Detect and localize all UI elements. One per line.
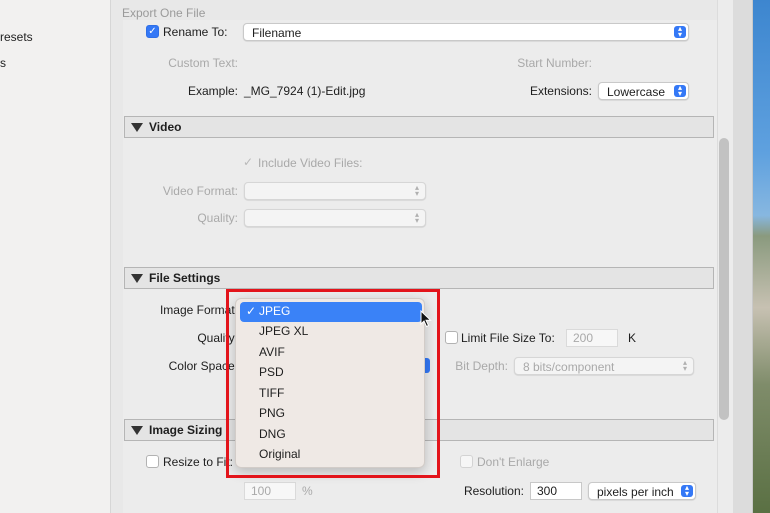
limit-file-size-label: Limit File Size To: bbox=[461, 331, 555, 345]
scrollbar-thumb[interactable] bbox=[719, 138, 729, 420]
bit-depth-popup[interactable]: 8 bits/component ▴ ▾ bbox=[514, 357, 694, 375]
section-title: File Settings bbox=[149, 271, 221, 285]
highlight-annotation-box bbox=[226, 289, 440, 478]
resize-to-fit-label: Resize to Fit: bbox=[163, 455, 234, 469]
preset-item[interactable]: resets bbox=[0, 30, 33, 44]
rename-to-popup[interactable]: Filename ▴ ▾ bbox=[243, 23, 689, 41]
section-title: Video bbox=[149, 120, 182, 134]
resize-percent-input[interactable]: 100 bbox=[244, 482, 296, 500]
file-settings-section-header[interactable]: File Settings bbox=[124, 267, 714, 289]
start-number-label: Start Number: bbox=[517, 56, 592, 70]
resolution-unit-value: pixels per inch bbox=[597, 485, 674, 499]
video-format-popup[interactable]: ▴ ▾ bbox=[244, 182, 426, 200]
video-format-label: Video Format: bbox=[162, 184, 238, 198]
limit-file-size-checkbox[interactable] bbox=[445, 331, 458, 344]
disclosure-triangle-icon bbox=[131, 123, 143, 132]
section-title: Image Sizing bbox=[149, 423, 223, 437]
popup-arrows-icon: ▴ ▾ bbox=[674, 84, 686, 98]
window-edge bbox=[733, 0, 753, 513]
disclosure-triangle-icon bbox=[131, 426, 143, 435]
extensions-label: Extensions: bbox=[529, 84, 592, 98]
preset-item[interactable]: s bbox=[0, 56, 6, 70]
quality-label: Quality: bbox=[197, 331, 238, 345]
video-quality-label: Quality: bbox=[197, 211, 238, 225]
mouse-pointer-icon bbox=[420, 310, 432, 328]
popup-arrows-icon: ▴ ▾ bbox=[681, 484, 693, 498]
bit-depth-value: 8 bits/component bbox=[523, 360, 615, 374]
example-label: Example: bbox=[187, 84, 238, 98]
extensions-popup[interactable]: Lowercase ▴ ▾ bbox=[598, 82, 689, 100]
rename-to-value: Filename bbox=[252, 26, 302, 40]
rename-to-label: Rename To: bbox=[163, 25, 228, 39]
window-title: Export One File bbox=[122, 6, 206, 20]
color-space-label: Color Space: bbox=[168, 359, 238, 373]
resize-to-fit-checkbox[interactable] bbox=[146, 455, 159, 468]
include-video-label: Include Video Files: bbox=[258, 156, 363, 170]
resize-percent-unit: % bbox=[302, 484, 313, 498]
popup-arrows-icon: ▴ ▾ bbox=[414, 210, 419, 225]
resolution-unit-popup[interactable]: pixels per inch ▴ ▾ bbox=[588, 482, 696, 500]
custom-text-label: Custom Text: bbox=[168, 56, 238, 70]
desktop-background-photo bbox=[753, 0, 770, 513]
popup-arrows-icon: ▴ ▾ bbox=[414, 183, 419, 198]
limit-unit-label: K bbox=[628, 331, 637, 345]
video-quality-popup[interactable]: ▴ ▾ bbox=[244, 209, 426, 227]
extensions-value: Lowercase bbox=[607, 85, 666, 99]
dont-enlarge-checkbox[interactable] bbox=[460, 455, 473, 468]
dont-enlarge-label: Don't Enlarge bbox=[477, 455, 550, 469]
resolution-input[interactable]: 300 bbox=[530, 482, 582, 500]
limit-file-size-input[interactable]: 200 bbox=[566, 329, 618, 347]
presets-panel bbox=[0, 0, 111, 513]
image-format-label: Image Format: bbox=[159, 303, 238, 317]
disclosure-triangle-icon bbox=[131, 274, 143, 283]
video-section-header[interactable]: Video bbox=[124, 116, 714, 138]
example-value: _MG_7924 (1)-Edit.jpg bbox=[244, 84, 366, 98]
bit-depth-label: Bit Depth: bbox=[455, 359, 508, 373]
popup-arrows-icon: ▴ ▾ bbox=[674, 25, 686, 39]
include-video-checkbox[interactable]: ✓ bbox=[243, 155, 253, 169]
resolution-label: Resolution: bbox=[463, 484, 524, 498]
popup-arrows-icon: ▴ ▾ bbox=[682, 358, 687, 373]
rename-to-checkbox[interactable]: ✓ bbox=[146, 25, 159, 38]
